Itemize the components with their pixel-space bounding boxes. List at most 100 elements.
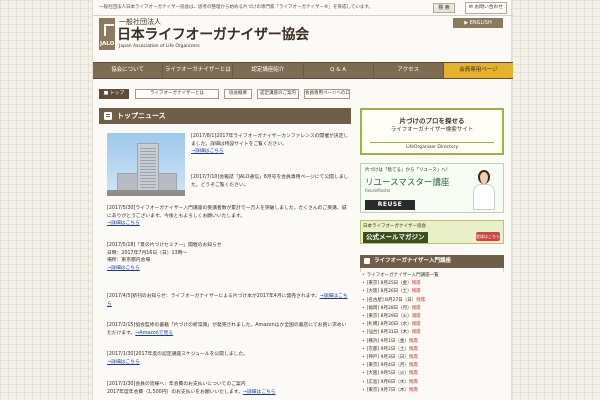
news-extra: 日時：2017年7月16日（日）13時〜 [107,250,188,256]
news-link[interactable]: →詳細はこちら [107,360,140,365]
contact-link-label: お問い合わせ [474,5,504,10]
list-item[interactable]: • [東京] 9月7日（木）残席 [362,387,502,395]
breadcrumb-home-label: トップ [109,91,125,96]
banner-title: リユースマスター講座 [365,178,450,188]
news-item: [2017/1/30]2017年度の認定講座スケジュールを公開しました。 →詳細… [107,351,351,367]
logo-text: JALO [100,41,115,47]
bullet-icon: • [362,289,365,295]
banner-lead: 日本ライフオーガナイザー協会 [363,224,426,229]
list-item[interactable]: • [大阪] 9月5日（火）残席 [362,370,502,378]
seminar-status: 残席 [416,297,426,303]
list-item[interactable]: • [福岡] 8月28日（月）残席 [362,305,502,313]
list-item[interactable]: • [広島] 9月6日（水）残席 [362,379,502,387]
org-name-en: Japan Association of Life Organizers [119,44,200,49]
news-date: [2017/4/5] [107,294,133,299]
document-icon [104,112,112,120]
nav-access[interactable]: アクセス [374,63,444,78]
seminar-label: [福岡] 8月28日（月） [366,305,412,311]
bullet-icon: • [362,297,365,303]
seminar-label: [横浜] 9月1日（金） [366,338,409,344]
news-date: [2017/1/30] [107,382,136,387]
top-news-header: トップニュース [99,108,351,124]
news-extra: 2017年度年会費（1,500円）のお支払いをお願いいたします。 [107,389,243,395]
breadcrumb-home[interactable]: ■ トップ [99,89,129,99]
news-text: 2017年度の認定講座スケジュールを公開しました。 [135,352,248,357]
seminar-status: 残席 [411,281,421,287]
seminar-label: [仙台] 8月31日（木） [366,330,412,336]
bullet-icon: • [362,387,365,393]
bullet-icon: • [362,338,365,344]
top-bar: 一般社団法人日本ライフオーガナイザー協会は、思考の整理から始める片づけの専門家「… [93,0,513,16]
news-link[interactable]: →Amazonで見る [135,331,173,336]
lo-directory-banner[interactable]: 片づけのプロを探せる ライフオーガナイザー検索サイト LifeOrganizer… [360,108,504,155]
list-item[interactable]: • [東京] 8月29日（火）満席 [362,313,502,321]
seminar-status: 残席 [408,379,418,385]
breadcrumb-item[interactable]: 会員専用ページへのログイン [304,89,350,99]
seminar-label: [大阪] 8月26日（土） [366,289,412,295]
list-icon [364,258,370,264]
news-text: 「夏の片づけセミナー」開催のお知らせ [135,243,222,248]
news-item: [2017/8/1]2017年ライフオーガナイザーカンファレンスの開催が決定しま… [191,133,351,163]
register-button[interactable]: 登録はこちら [476,232,500,241]
bullet-icon: • [362,363,365,369]
seminar-status: 残席 [408,338,418,344]
news-text: 新刊のお知らせ：ライフオーガナイザーによる片づけ本が2017年4月に発売されます… [132,294,320,299]
seminar-label: [東京] 9月4日（月） [366,363,409,369]
list-item[interactable]: • [横浜] 9月1日（金）残席 [362,338,502,346]
seminar-label: [京都] 9月2日（土） [366,346,409,352]
nav-what-is-lo[interactable]: ライフオーガナイザーとは [163,63,234,78]
mail-magazine-banner[interactable]: 日本ライフオーガナイザー協会 公式メールマガジン 登録はこちら [360,220,504,244]
list-item[interactable]: • [東京] 9月4日（月）残席 [362,362,502,370]
org-name: 日本ライフオーガナイザー協会 [117,27,309,43]
list-item[interactable]: • [東京] 8月25日（金）残席 [362,280,502,288]
logo-mark-icon [104,24,114,36]
english-button[interactable]: ▶ ENGLISH [453,18,503,28]
seminar-status: 残席 [411,289,421,295]
news-date: [2017/1/30] [107,352,136,357]
news-link[interactable]: →詳細はこちら [107,221,140,226]
list-item[interactable]: • [大阪] 8月26日（土）残席 [362,288,502,296]
list-item[interactable]: • ライフオーガナイザー入門講座一覧 [362,272,502,280]
seminar-status: 残席 [408,346,418,352]
banner-caption: ReuseMaster [365,188,391,193]
news-item: [2017/5/30]ライフオーガナイザー入門講座の受講者数が累計で一万人を突破… [107,205,351,229]
breadcrumb-item[interactable]: 認定講座のご案内 [257,89,299,99]
reuse-master-banner[interactable]: 片づけは「捨てる」から「リユース」へ！ リユースマスター講座 ReuseMast… [360,163,504,213]
bullet-icon: • [362,371,365,377]
seminar-header: ライフオーガナイザー入門講座 [360,255,504,268]
breadcrumb-item[interactable]: 協会概要 [224,89,252,99]
banner-caption: LifeOrganizer Directory [370,142,494,151]
news-item: [2017/1/30]会員の皆様へ：年会費のお支払いについてのご案内 2017年… [107,381,351,400]
nav-courses[interactable]: 認定講座紹介 [233,63,304,78]
search-button[interactable]: 検 索 [433,3,455,13]
reuse-master-logo: REUSE MASTER [365,200,415,212]
news-extra: 場所：東京都内会場 [107,258,151,263]
list-item[interactable]: • [京都] 9月2日（土）残席 [362,346,502,354]
english-label: ENGLISH [469,20,492,26]
news-link[interactable]: →詳細はこちら [107,266,140,271]
nav-qa[interactable]: Q & A [304,63,374,78]
news-link[interactable]: →詳細はこちら [191,149,224,154]
seminar-label: [広島] 9月6日（水） [366,379,409,385]
jalo-logo[interactable]: JALO [99,18,115,50]
news-item: [2017/4/5]新刊のお知らせ：ライフオーガナイザーによる片づけ本が2017… [107,293,351,309]
news-date: [2017/5/30] [107,206,136,211]
list-item[interactable]: • [名古屋] 8月27日（日）残席 [362,297,502,305]
breadcrumb-item[interactable]: ライフオーガナイザーとは [135,89,219,99]
news-date: [2017/8/1] [191,134,217,139]
bullet-icon: • [362,305,365,311]
main-nav: 協会について ライフオーガナイザーとは 認定講座紹介 Q & A アクセス 会員… [93,62,514,79]
bullet-icon: • [362,346,365,352]
seminar-label: [神戸] 9月3日（日） [366,355,409,361]
news-date: [2017/2/15] [107,323,136,328]
list-item[interactable]: • [札幌] 8月30日（水）残席 [362,321,502,329]
list-item[interactable]: • [神戸] 9月3日（日）残席 [362,354,502,362]
bullet-icon: • [362,379,365,385]
nav-about[interactable]: 協会について [93,63,164,78]
contact-link[interactable]: ✉ お問い合わせ [465,2,507,14]
news-link[interactable]: →詳細はこちら [243,390,276,395]
seminar-status: 残席 [411,305,421,311]
nav-member-page[interactable]: 会員専用ページ [443,63,514,78]
bullet-icon: • [362,273,365,278]
list-item[interactable]: • [仙台] 8月31日（木）残席 [362,329,502,337]
